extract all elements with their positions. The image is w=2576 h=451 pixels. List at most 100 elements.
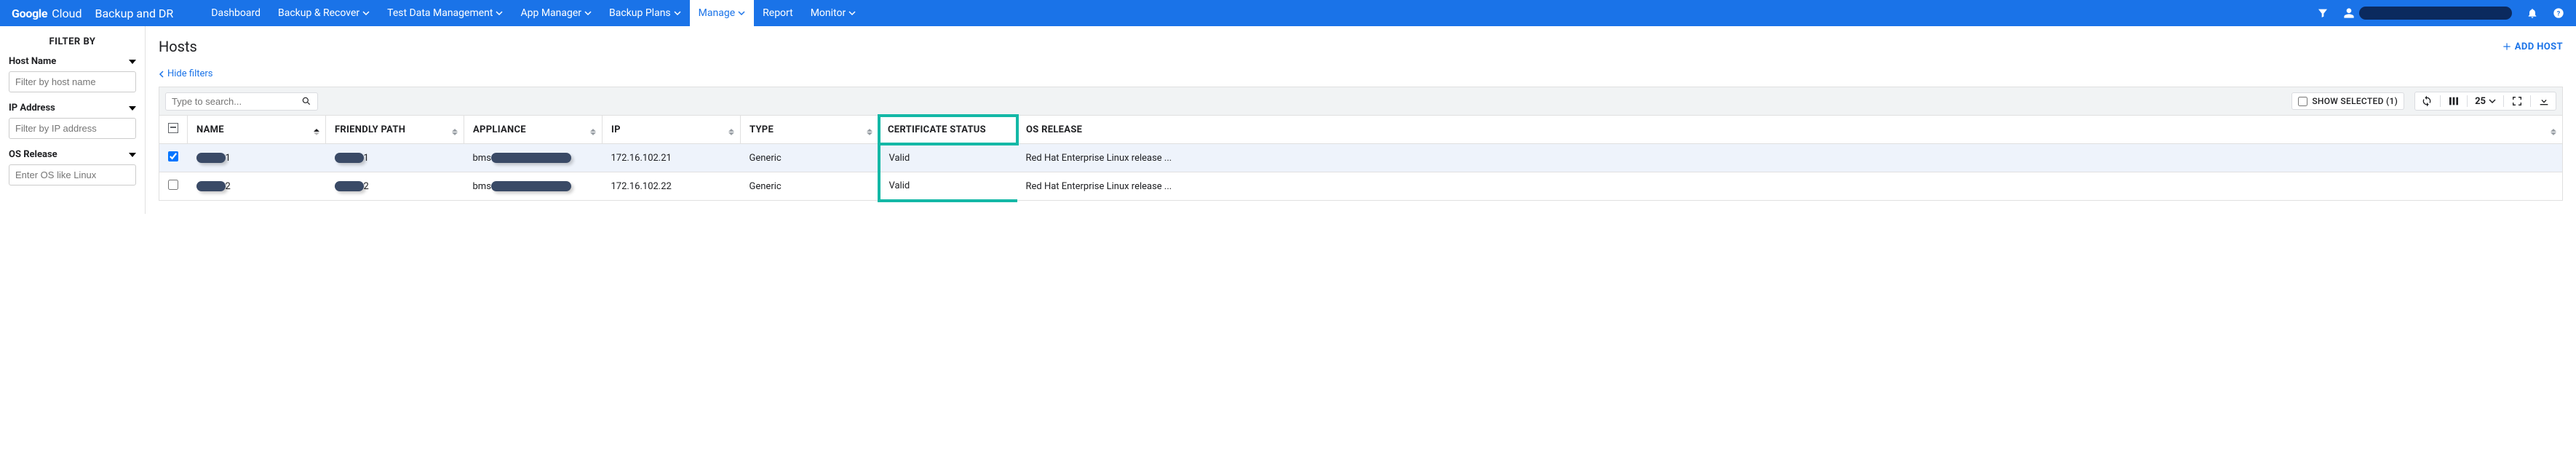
redacted-appliance [491,153,571,163]
columns-icon [2448,95,2460,107]
nav-label: Backup & Recover [278,7,359,19]
chevron-down-icon [496,9,503,17]
refresh-button[interactable] [2421,95,2433,107]
col-cert-status[interactable]: CERTIFICATE STATUS [879,116,1017,144]
name-suffix: 2 [226,181,231,192]
cell-cert-status: Valid [879,172,1017,201]
host-name-input[interactable] [9,71,136,92]
fullscreen-button[interactable] [2511,95,2523,107]
search-icon[interactable] [301,96,311,106]
col-os-release[interactable]: OS RELEASE [1017,116,2563,144]
svg-text:?: ? [2557,9,2561,17]
cell-friendly-path: 2 [326,172,464,201]
filter-header-host-name[interactable]: Host Name [9,56,136,67]
search-box[interactable] [165,92,318,111]
top-right-icons: ? [2317,7,2564,20]
sort-icon [728,124,734,135]
cell-name: 1 [188,144,326,172]
appliance-prefix: bms [473,153,491,164]
col-ip[interactable]: IP [603,116,741,144]
bell-icon[interactable] [2527,7,2538,19]
sort-icon [2551,124,2556,135]
add-host-label: ADD HOST [2515,41,2563,52]
nav-manage[interactable]: Manage [690,0,754,26]
product-name: Backup and DR [95,7,173,20]
os-release-input[interactable] [9,164,136,185]
content-area: Hosts ADD HOST Hide filters SHOW SELECTE… [146,26,2576,214]
select-all-checkbox[interactable] [168,123,178,133]
nav-label: Test Data Management [387,7,493,19]
nav-test-data-mgmt[interactable]: Test Data Management [378,0,512,26]
filter-sidebar: FILTER BY Host Name IP Address OS Releas… [0,26,146,214]
col-label: NAME [196,124,224,135]
search-input[interactable] [172,96,301,107]
filter-header-ip[interactable]: IP Address [9,103,136,113]
help-icon[interactable]: ? [2553,7,2564,19]
hide-filters-link[interactable]: Hide filters [159,68,213,79]
col-label: TYPE [750,124,774,135]
appliance-prefix: bms [473,181,491,192]
cell-appliance: bms [464,172,603,201]
cell-type: Generic [741,144,879,172]
user-menu[interactable] [2343,7,2512,20]
cell-os-release: Red Hat Enterprise Linux release ... [1017,172,2563,201]
page-size-value: 25 [2475,96,2486,107]
col-type[interactable]: TYPE [741,116,879,144]
collapse-icon [129,153,136,157]
columns-button[interactable] [2448,95,2460,107]
cell-type: Generic [741,172,879,201]
select-all-header[interactable] [159,116,188,144]
nav-label: Backup Plans [609,7,671,19]
table-row[interactable]: 2 2 bms 172.16.102.22 Generic Valid Red … [159,172,2563,201]
nav-report[interactable]: Report [754,0,802,26]
add-host-button[interactable]: ADD HOST [2502,41,2563,52]
col-appliance[interactable]: APPLIANCE [464,116,603,144]
show-selected-button[interactable]: SHOW SELECTED (1) [2291,92,2404,110]
col-friendly-path[interactable]: FRIENDLY PATH [326,116,464,144]
nav-app-manager[interactable]: App Manager [512,0,600,26]
col-label: OS RELEASE [1026,124,1082,135]
chevron-down-icon [674,9,681,17]
nav-monitor[interactable]: Monitor [802,0,865,26]
page-size-button[interactable]: 25 [2475,96,2496,107]
main-nav: Dashboard Backup & Recover Test Data Man… [202,0,864,26]
friendly-suffix: 2 [364,181,369,192]
filter-icon[interactable] [2317,7,2329,19]
col-name[interactable]: NAME [188,116,326,144]
nav-label: App Manager [520,7,581,19]
row-checkbox[interactable] [168,180,178,190]
row-checkbox[interactable] [168,151,178,161]
collapse-icon [129,60,136,64]
fullscreen-icon [2511,95,2523,107]
chevron-down-icon [584,9,592,17]
page-title: Hosts [159,38,197,55]
logo[interactable]: Google Cloud [12,7,82,20]
main-area: FILTER BY Host Name IP Address OS Releas… [0,26,2576,214]
sort-icon [314,124,319,135]
download-icon [2538,95,2550,107]
cell-cert-status: Valid [879,144,1017,172]
filter-label: OS Release [9,149,57,160]
friendly-suffix: 1 [364,153,369,164]
filter-header-os[interactable]: OS Release [9,149,136,160]
plus-icon [2502,41,2512,52]
ip-address-input[interactable] [9,118,136,139]
redacted-name [196,181,226,191]
collapse-icon [129,106,136,111]
nav-label: Report [763,7,793,19]
nav-backup-recover[interactable]: Backup & Recover [269,0,378,26]
cell-appliance: bms [464,144,603,172]
col-label: IP [611,124,621,135]
show-selected-checkbox[interactable] [2298,97,2307,106]
filter-by-title: FILTER BY [9,36,136,47]
redacted-path [335,153,364,163]
download-button[interactable] [2538,95,2550,107]
table-row[interactable]: 1 1 bms 172.16.102.21 Generic Valid Red … [159,144,2563,172]
chevron-down-icon [738,9,745,17]
nav-backup-plans[interactable]: Backup Plans [600,0,690,26]
sort-icon [867,124,872,135]
nav-dashboard[interactable]: Dashboard [202,0,269,26]
hosts-table: NAME FRIENDLY PATH APPLIANCE IP TYPE CER… [159,115,2563,202]
filter-os-release: OS Release [9,149,136,185]
cell-os-release: Red Hat Enterprise Linux release ... [1017,144,2563,172]
